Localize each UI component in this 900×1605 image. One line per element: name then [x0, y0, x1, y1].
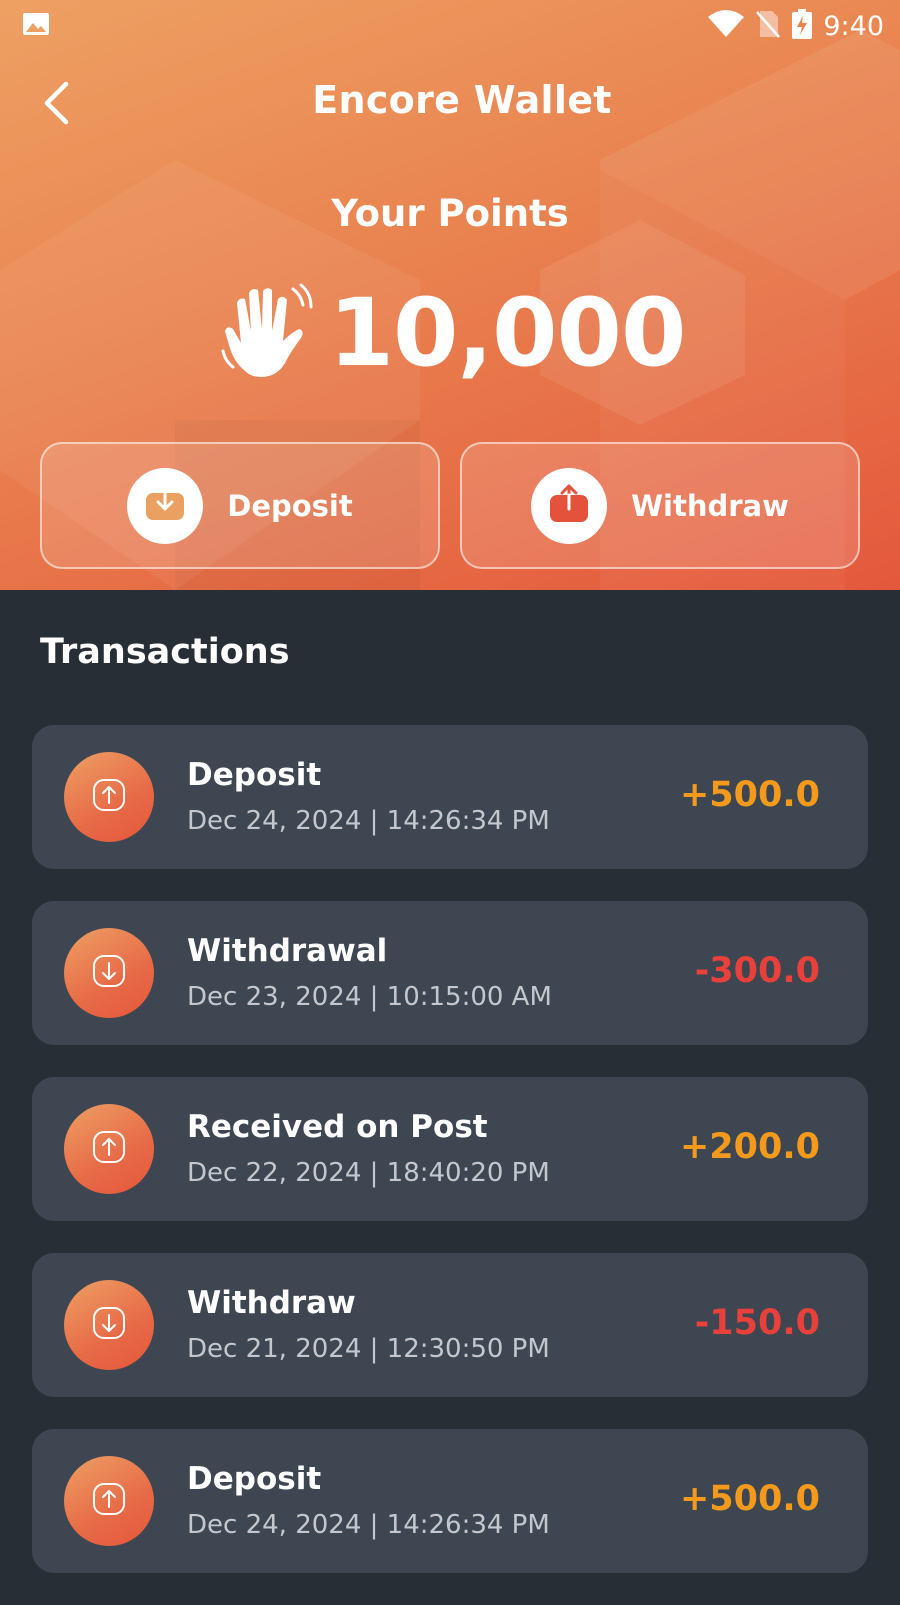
points-label: Your Points — [331, 192, 569, 235]
transaction-date: Dec 24, 2024 | 14:26:34 PM — [187, 806, 550, 836]
status-icons: 9:40 — [707, 8, 884, 45]
transaction-title: Withdraw — [187, 1285, 356, 1321]
tray-download-icon — [145, 484, 185, 526]
withdraw-icon-circle — [531, 467, 608, 544]
transaction-amount: -150.0 — [694, 1303, 820, 1343]
transaction-item[interactable]: Received on Post Dec 22, 2024 | 18:40:20… — [32, 1077, 868, 1221]
transactions-heading: Transactions — [40, 632, 290, 672]
transaction-date: Dec 21, 2024 | 12:30:50 PM — [187, 1334, 550, 1364]
page-title: Encore Wallet — [312, 78, 612, 122]
transaction-avatar — [64, 928, 154, 1018]
withdraw-button[interactable]: Withdraw — [460, 442, 860, 569]
status-time: 9:40 — [823, 11, 884, 42]
transaction-amount: +500.0 — [679, 775, 820, 815]
transaction-avatar — [64, 1104, 154, 1194]
transaction-avatar — [64, 1456, 154, 1546]
transaction-amount: +200.0 — [679, 1127, 820, 1167]
transaction-item[interactable]: Deposit Dec 24, 2024 | 14:26:34 PM +500.… — [32, 725, 868, 869]
wifi-icon — [707, 9, 745, 44]
transaction-date: Dec 23, 2024 | 10:15:00 AM — [187, 982, 552, 1012]
transactions-list: Deposit Dec 24, 2024 | 14:26:34 PM +500.… — [32, 725, 868, 1605]
no-sim-icon — [755, 9, 781, 44]
transaction-title: Withdrawal — [187, 933, 388, 969]
withdraw-label: Withdraw — [631, 488, 789, 523]
transaction-title: Received on Post — [187, 1109, 488, 1145]
transaction-item[interactable]: Withdraw Dec 21, 2024 | 12:30:50 PM -150… — [32, 1253, 868, 1397]
arrow-down-circle-icon — [92, 1306, 126, 1345]
points-value: 10,000 — [328, 278, 687, 388]
tray-upload-icon — [549, 483, 589, 528]
arrow-up-circle-icon — [92, 1482, 126, 1521]
transaction-item[interactable]: Deposit Dec 24, 2024 | 14:26:34 PM +500.… — [32, 1429, 868, 1573]
transaction-date: Dec 24, 2024 | 14:26:34 PM — [187, 1510, 550, 1540]
wallet-header: 9:40 Encore Wallet Your Points 10,000 De… — [0, 0, 900, 590]
transaction-date: Dec 22, 2024 | 18:40:20 PM — [187, 1158, 550, 1188]
transaction-item[interactable]: Withdrawal Dec 23, 2024 | 10:15:00 AM -3… — [32, 901, 868, 1045]
arrow-down-circle-icon — [92, 954, 126, 993]
transaction-amount: -300.0 — [694, 951, 820, 991]
deposit-button[interactable]: Deposit — [40, 442, 440, 569]
transaction-amount: +500.0 — [679, 1479, 820, 1519]
hand-wave-icon — [215, 281, 315, 386]
arrow-up-circle-icon — [92, 1130, 126, 1169]
status-bar: 9:40 — [0, 0, 900, 48]
transaction-title: Deposit — [187, 757, 322, 793]
transaction-avatar — [64, 752, 154, 842]
image-icon — [22, 12, 50, 41]
transaction-title: Deposit — [187, 1461, 322, 1497]
transaction-avatar — [64, 1280, 154, 1370]
arrow-up-circle-icon — [92, 778, 126, 817]
deposit-icon-circle — [127, 467, 204, 544]
points-display: 10,000 — [0, 278, 900, 388]
battery-charging-icon — [791, 8, 813, 45]
deposit-label: Deposit — [227, 488, 353, 523]
